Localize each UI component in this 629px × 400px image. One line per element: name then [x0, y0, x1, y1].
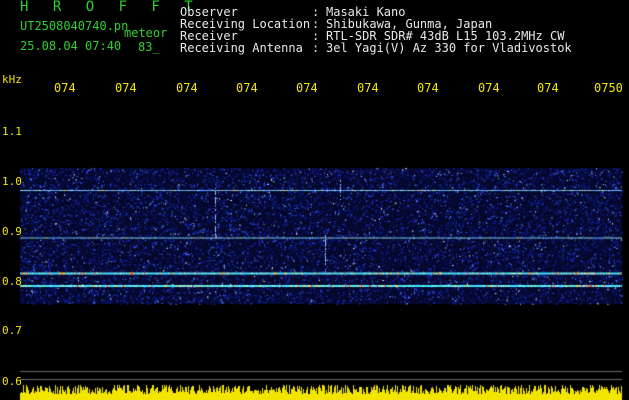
freq-tick: 1.1 [2, 125, 22, 138]
freq-tick: 1.0 [2, 175, 22, 188]
time-tick: 074 [357, 81, 379, 95]
time-tick: 074 [478, 81, 500, 95]
time-tick: 074 [176, 81, 198, 95]
time-tick: 0750 [594, 81, 623, 95]
freq-unit-label: kHz [2, 73, 22, 86]
time-tick: 074 [417, 81, 439, 95]
freq-tick: 0.8 [2, 275, 22, 288]
freq-tick: 0.6 [2, 375, 22, 388]
brand-title: H R O F F T [20, 0, 201, 15]
spectrogram-canvas [0, 0, 629, 400]
meta-antenna: Receiving Antenna:3el Yagi(V) Az 330 for… [180, 41, 572, 55]
time-tick: 074 [115, 81, 137, 95]
mode-label: meteor [124, 26, 168, 40]
date-time: 25.08.04 07:40 [20, 39, 122, 53]
time-tick: 074 [537, 81, 559, 95]
time-tick: 074 [236, 81, 258, 95]
time-tick: 074 [54, 81, 76, 95]
meteor-count: 83_ [138, 40, 160, 54]
freq-tick: 0.9 [2, 225, 22, 238]
time-tick: 074 [296, 81, 318, 95]
freq-tick: 0.7 [2, 324, 22, 337]
file-name: UT2508040740.pn [20, 19, 129, 33]
